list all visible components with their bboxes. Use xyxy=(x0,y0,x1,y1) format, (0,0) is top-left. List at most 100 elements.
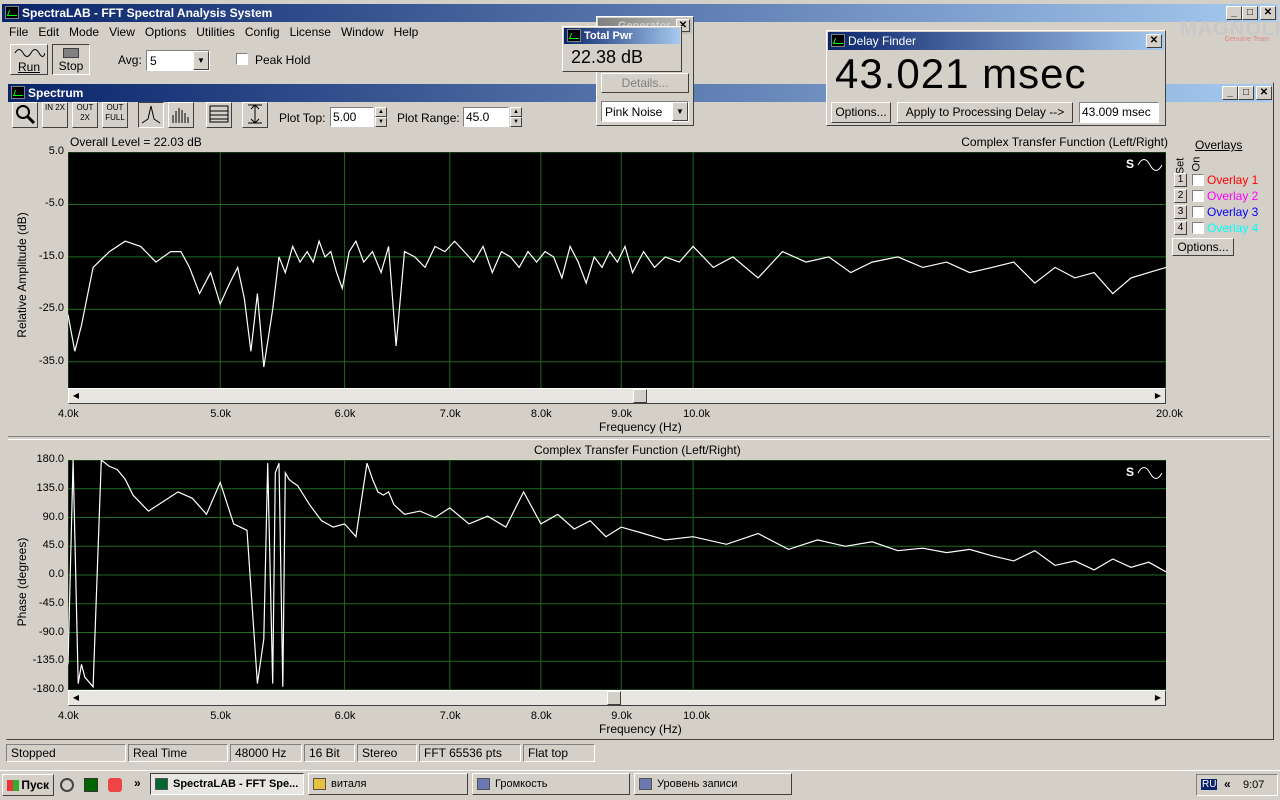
scroll-left-icon[interactable]: ◀ xyxy=(69,691,83,705)
svg-text:S: S xyxy=(1126,157,1134,171)
vertical-scale-icon xyxy=(248,104,262,124)
apply-delay-button[interactable]: Apply to Processing Delay --> xyxy=(897,102,1073,123)
menu-item-options[interactable]: Options xyxy=(140,23,191,41)
top-xtick-label: 10.0k xyxy=(683,408,711,420)
stop-label: Stop xyxy=(58,59,84,73)
taskbar-task-3[interactable]: Уровень записи xyxy=(634,773,792,795)
plot-top-spin-up[interactable]: ▲ xyxy=(375,107,387,117)
top-scroll-thumb[interactable] xyxy=(633,389,647,403)
quicklaunch-browser-icon[interactable] xyxy=(60,778,74,792)
delay-value-field[interactable]: 43.009 msec xyxy=(1079,102,1159,123)
overlay-on-checkbox-2[interactable] xyxy=(1192,190,1204,202)
top-hscrollbar[interactable]: ◀ ▶ xyxy=(68,388,1166,404)
overlay-on-checkbox-4[interactable] xyxy=(1192,222,1204,234)
quicklaunch-more-icon[interactable]: » xyxy=(134,776,141,790)
autoscale-button[interactable] xyxy=(242,102,268,128)
top-plot-svg xyxy=(68,152,1166,388)
delay-finder-title: Delay Finder xyxy=(848,34,917,48)
scroll-left-icon[interactable]: ◀ xyxy=(69,389,83,403)
taskbar-task-1[interactable]: виталя xyxy=(308,773,468,795)
waveform-toggle-icon[interactable]: S xyxy=(1124,462,1164,484)
windows-flag-icon xyxy=(7,780,19,791)
chevron-down-icon[interactable]: ▼ xyxy=(672,102,688,121)
delay-finder-close-button[interactable]: ✕ xyxy=(1146,34,1162,48)
top-xtick-label: 7.0k xyxy=(439,408,461,420)
delay-field-value: 43.009 msec xyxy=(1082,105,1151,119)
stop-button[interactable]: Stop xyxy=(52,44,90,75)
zoom-out-2x-button[interactable]: OUT 2X xyxy=(72,102,98,128)
run-label: Run xyxy=(17,60,40,74)
bottom-ytick-label: -45.0 xyxy=(38,596,64,609)
start-button[interactable]: Пуск xyxy=(2,774,54,796)
delay-options-button[interactable]: Options... xyxy=(831,102,891,123)
chevron-down-icon[interactable]: ▼ xyxy=(193,51,209,70)
quicklaunch-media-icon[interactable] xyxy=(108,778,122,792)
zoom-out-label: OUT 2X xyxy=(76,103,94,122)
top-ytick-label: -35.0 xyxy=(38,354,64,367)
quicklaunch-spectralab-icon[interactable] xyxy=(84,778,98,792)
plot-splitter[interactable] xyxy=(8,436,1270,440)
menu-item-license[interactable]: License xyxy=(285,23,336,41)
generator-details-button[interactable]: Details... xyxy=(601,73,689,93)
overlay-set-button-3[interactable]: 3 xyxy=(1174,205,1187,219)
plot-range-spin-down[interactable]: ▼ xyxy=(510,117,522,127)
overlay-on-checkbox-3[interactable] xyxy=(1192,206,1204,218)
scroll-right-icon[interactable]: ▶ xyxy=(1151,691,1165,705)
menu-item-utilities[interactable]: Utilities xyxy=(191,23,240,41)
peak-hold-checkbox[interactable] xyxy=(236,53,248,65)
generator-signal-select[interactable]: Pink Noise ▼ xyxy=(601,101,689,122)
taskbar-task-2[interactable]: Громкость xyxy=(472,773,630,795)
taskbar-task-0[interactable]: SpectraLAB - FFT Spe... xyxy=(150,773,304,795)
spectrum-close-button[interactable]: ✕ xyxy=(1256,86,1272,100)
total-pwr-window: Total Pwr 22.38 dB xyxy=(562,26,682,72)
bottom-xtick-label: 6.0k xyxy=(334,710,356,722)
overlay-label-4: Overlay 4 xyxy=(1207,221,1259,235)
overlay-options-button[interactable]: Options... xyxy=(1172,238,1234,256)
bar-graph-button[interactable] xyxy=(168,102,194,128)
plot-range-input[interactable]: 45.0 xyxy=(463,107,509,127)
overlays-set-label: Set xyxy=(1174,157,1187,175)
avg-select[interactable]: 5 ▼ xyxy=(146,50,210,71)
amplitude-series-line xyxy=(68,239,1166,368)
overlays-header[interactable]: Overlays xyxy=(1195,138,1242,152)
scroll-right-icon[interactable]: ▶ xyxy=(1151,389,1165,403)
zoom-icon[interactable] xyxy=(12,102,38,128)
run-button[interactable]: Run xyxy=(10,44,48,75)
bottom-scroll-thumb[interactable] xyxy=(607,691,621,705)
spectrum-maximize-button[interactable]: □ xyxy=(1238,86,1254,100)
overlay-on-checkbox-1[interactable] xyxy=(1192,174,1204,186)
zoom-in-2x-button[interactable]: IN 2X xyxy=(42,102,68,128)
status-cell: 48000 Hz xyxy=(230,744,302,762)
plot-top-input[interactable]: 5.00 xyxy=(330,107,374,127)
menu-item-view[interactable]: View xyxy=(104,23,140,41)
overlay-label-2: Overlay 2 xyxy=(1207,189,1259,203)
zoom-full-label: OUT FULL xyxy=(105,103,125,122)
menu-item-file[interactable]: File xyxy=(4,23,33,41)
menu-item-mode[interactable]: Mode xyxy=(64,23,104,41)
bottom-xtick-label: 8.0k xyxy=(530,710,552,722)
menu-item-window[interactable]: Window xyxy=(336,23,389,41)
line-graph-button[interactable] xyxy=(138,102,164,128)
bottom-hscrollbar[interactable]: ◀ ▶ xyxy=(68,690,1166,706)
menu-item-help[interactable]: Help xyxy=(389,23,424,41)
zoom-out-full-button[interactable]: OUT FULL xyxy=(102,102,128,128)
top-xtick-label: 8.0k xyxy=(530,408,552,420)
waveform-toggle-icon[interactable]: S xyxy=(1124,154,1164,176)
table-view-button[interactable] xyxy=(206,102,232,128)
language-indicator[interactable]: RU xyxy=(1201,779,1218,790)
menu-item-edit[interactable]: Edit xyxy=(33,23,64,41)
top-ytick-label: 5.0 xyxy=(48,145,64,157)
overlay-set-label: 3 xyxy=(1177,206,1184,217)
overlay-set-button-1[interactable]: 1 xyxy=(1174,173,1187,187)
spectrum-minimize-button[interactable]: _ xyxy=(1222,86,1238,100)
status-cell: Real Time xyxy=(128,744,228,762)
top-ytick-label: -5.0 xyxy=(45,197,64,210)
overlay-set-button-2[interactable]: 2 xyxy=(1174,189,1187,203)
tray-expand-icon[interactable]: « xyxy=(1224,777,1231,791)
stop-square-icon xyxy=(63,48,79,58)
plot-range-spin-up[interactable]: ▲ xyxy=(510,107,522,117)
overlay-set-button-4[interactable]: 4 xyxy=(1174,221,1187,235)
menu-item-config[interactable]: Config xyxy=(240,23,285,41)
plot-top-spin-down[interactable]: ▼ xyxy=(375,117,387,127)
bottom-ytick-label: 90.0 xyxy=(42,510,64,523)
